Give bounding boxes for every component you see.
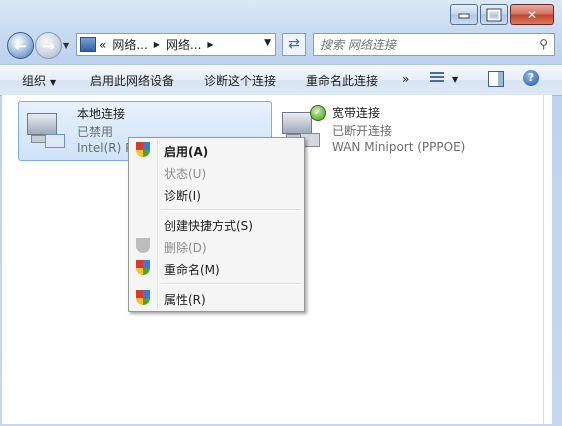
window-border <box>543 95 552 424</box>
network-folder-icon <box>80 37 96 52</box>
back-arrow-icon: ← <box>14 36 27 55</box>
close-button[interactable]: ✕ <box>510 4 554 25</box>
recent-pages-dropdown[interactable]: ▼ <box>63 41 69 50</box>
minimize-button[interactable] <box>450 4 478 25</box>
connection-item-broadband[interactable]: ✓ 宽带连接 已断开连接 WAN Miniport (PPPOE) <box>274 101 504 159</box>
view-options-dropdown[interactable]: ▼ <box>452 75 458 84</box>
forward-arrow-icon: → <box>42 36 55 55</box>
explorer-window: ✕ ← → ▼ « 网络... ▶ 网络... ▶ ▼ ⇄ ⚲ 组织▼ 启用此网… <box>0 0 562 426</box>
search-box[interactable]: ⚲ <box>313 33 555 56</box>
menu-item-label: 重命名(M) <box>164 263 220 277</box>
change-view-icon[interactable] <box>430 70 446 86</box>
connection-name: 本地连接 <box>77 107 126 121</box>
uac-shield-icon <box>136 142 150 158</box>
caption-buttons: ✕ <box>448 4 554 25</box>
refresh-icon: ⇄ <box>288 36 300 52</box>
chevron-down-icon: ▼ <box>50 78 57 87</box>
breadcrumb-network[interactable]: 网络... <box>112 36 147 53</box>
connection-device: WAN Miniport (PPPOE) <box>332 140 466 154</box>
preview-pane-icon[interactable] <box>488 71 504 87</box>
organize-label: 组织 <box>22 74 47 88</box>
menu-item-label: 启用(A) <box>164 145 209 159</box>
chevron-right-icon[interactable]: ▶ <box>207 40 213 49</box>
navigation-row: ← → ▼ « 网络... ▶ 网络... ▶ ▼ ⇄ ⚲ <box>6 30 555 60</box>
connection-device: Intel(R) P <box>77 141 133 155</box>
menu-item-label: 状态(U) <box>164 167 207 181</box>
address-dropdown-icon[interactable]: ▼ <box>264 38 271 48</box>
uac-shield-icon <box>136 260 150 276</box>
refresh-button[interactable]: ⇄ <box>282 33 306 56</box>
network-adapter-icon <box>23 110 65 148</box>
menu-item-label: 创建快捷方式(S) <box>164 219 253 233</box>
chevron-right-icon[interactable]: ▶ <box>154 40 160 49</box>
maximize-button[interactable] <box>480 4 508 25</box>
search-input[interactable] <box>314 34 522 55</box>
minimize-icon <box>458 13 470 19</box>
breadcrumb-network-connections[interactable]: 网络... <box>166 36 201 53</box>
maximize-icon <box>486 8 502 21</box>
connection-status: 已断开连接 <box>332 124 393 138</box>
help-icon[interactable]: ? <box>523 70 539 86</box>
organize-button[interactable]: 组织 ▼ <box>22 72 56 89</box>
menu-item-enable[interactable]: 启用(A) <box>131 140 302 161</box>
menu-item-status[interactable]: 状态(U) <box>131 162 302 183</box>
address-bar[interactable]: « 网络... ▶ 网络... ▶ ▼ <box>76 33 276 56</box>
menu-item-rename[interactable]: 重命名(M) <box>131 258 302 279</box>
menu-separator <box>161 209 301 211</box>
menu-item-label: 属性(R) <box>164 293 206 307</box>
uac-shield-icon <box>136 290 150 306</box>
menu-item-delete[interactable]: 删除(D) <box>131 236 302 257</box>
more-commands-button[interactable]: » <box>402 72 409 86</box>
forward-button[interactable]: → <box>35 32 62 59</box>
menu-item-label: 诊断(I) <box>164 189 201 203</box>
rename-connection-button[interactable]: 重命名此连接 <box>306 72 378 89</box>
search-icon[interactable]: ⚲ <box>539 37 548 51</box>
context-menu: 启用(A) 状态(U) 诊断(I) 创建快捷方式(S) 删除(D) 重命名(M)… <box>128 137 305 312</box>
command-bar: 组织 ▼ 启用此网络设备 诊断这个连接 重命名此连接 » ▼ ? <box>0 64 562 96</box>
diagnose-connection-button[interactable]: 诊断这个连接 <box>204 72 276 89</box>
close-icon: ✕ <box>526 7 538 22</box>
back-button[interactable]: ← <box>7 32 34 59</box>
connection-name: 宽带连接 <box>332 106 381 120</box>
menu-item-properties[interactable]: 属性(R) <box>131 288 302 309</box>
connected-check-icon: ✓ <box>310 105 326 121</box>
menu-separator <box>161 283 301 285</box>
menu-item-create-shortcut[interactable]: 创建快捷方式(S) <box>131 214 302 235</box>
uac-shield-icon <box>136 238 150 254</box>
address-overflow[interactable]: « <box>99 38 106 52</box>
menu-item-diagnose[interactable]: 诊断(I) <box>131 184 302 205</box>
menu-item-label: 删除(D) <box>164 241 207 255</box>
connection-status: 已禁用 <box>77 125 114 139</box>
enable-device-button[interactable]: 启用此网络设备 <box>90 72 174 89</box>
